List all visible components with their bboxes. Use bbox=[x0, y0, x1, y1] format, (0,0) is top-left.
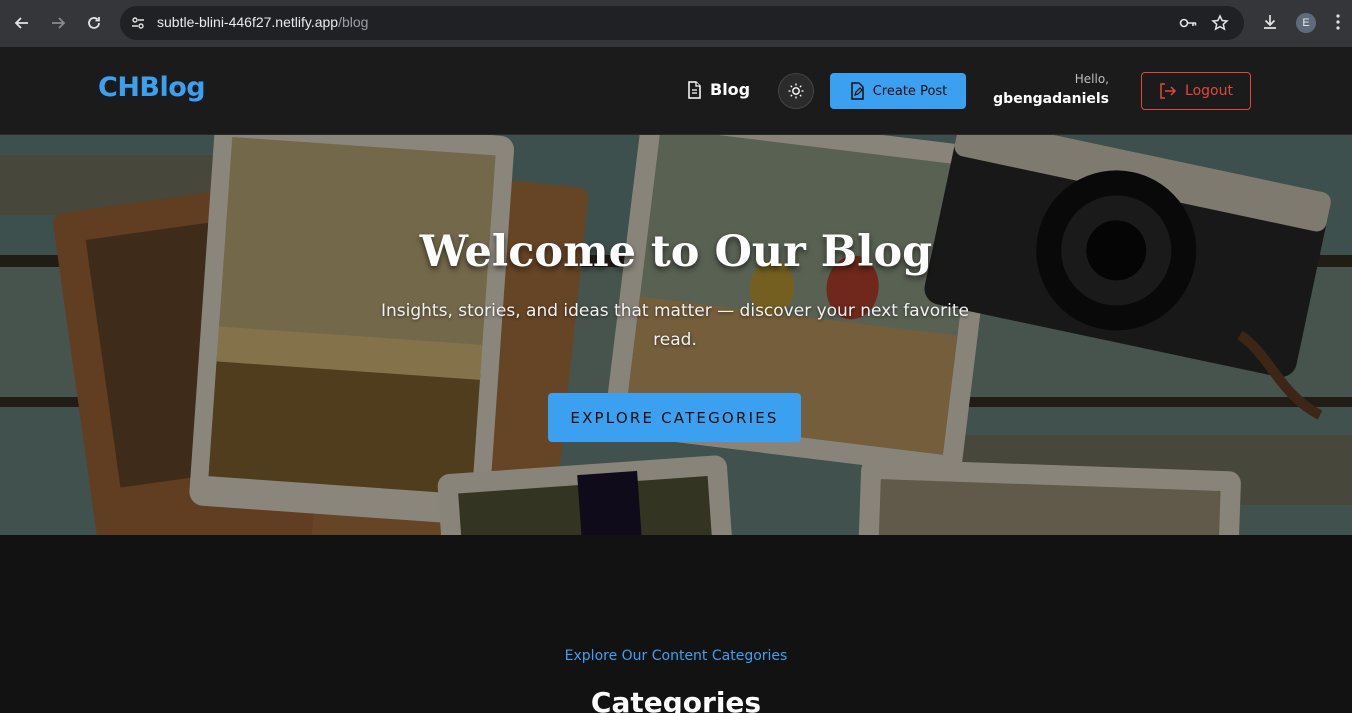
back-arrow-icon[interactable] bbox=[10, 11, 34, 35]
logout-icon bbox=[1160, 83, 1177, 99]
forward-arrow-icon[interactable] bbox=[46, 11, 70, 35]
reload-icon[interactable] bbox=[82, 11, 106, 35]
create-post-button[interactable]: Create Post bbox=[830, 73, 966, 109]
edit-document-icon bbox=[850, 82, 864, 100]
categories-kicker: Explore Our Content Categories bbox=[564, 648, 788, 664]
url-path: /blog bbox=[338, 14, 369, 30]
password-key-icon[interactable] bbox=[1178, 14, 1197, 32]
url-text: subtle-blini-446f27.netlify.app/blog bbox=[157, 14, 368, 30]
sun-icon bbox=[788, 83, 804, 99]
greeting-text: Hello, bbox=[1074, 72, 1109, 86]
site-settings-icon[interactable] bbox=[130, 15, 146, 31]
nav-blog-label: Blog bbox=[710, 80, 751, 99]
hero-banner: Welcome to Our Blog Insights, stories, a… bbox=[0, 135, 1352, 535]
site-logo[interactable]: CHBlog bbox=[98, 72, 206, 103]
logout-label: Logout bbox=[1185, 83, 1233, 99]
more-menu-icon[interactable] bbox=[1332, 12, 1344, 32]
profile-avatar[interactable]: E bbox=[1296, 13, 1316, 33]
download-icon[interactable] bbox=[1260, 12, 1280, 32]
theme-toggle-button[interactable] bbox=[778, 73, 814, 109]
bookmark-star-icon[interactable] bbox=[1211, 14, 1229, 32]
username-text: gbengadaniels bbox=[993, 91, 1109, 107]
create-post-label: Create Post bbox=[872, 83, 948, 99]
document-icon bbox=[688, 80, 701, 99]
nav-blog-link[interactable]: Blog bbox=[686, 80, 750, 99]
url-host: subtle-blini-446f27.netlify.app bbox=[157, 14, 339, 30]
hero-title: Welcome to Our Blog bbox=[419, 227, 933, 277]
hero-subtitle: Insights, stories, and ideas that matter… bbox=[381, 301, 969, 350]
logout-button[interactable]: Logout bbox=[1141, 72, 1251, 110]
categories-heading: Categories bbox=[590, 686, 762, 713]
browser-toolbar: subtle-blini-446f27.netlify.app/blog E bbox=[0, 0, 1352, 47]
site-header: CHBlog Blog Create Post Hello, gbengadan… bbox=[0, 47, 1352, 135]
address-bar[interactable]: subtle-blini-446f27.netlify.app/blog bbox=[120, 6, 1244, 40]
explore-categories-button[interactable]: EXPLORE CATEGORIES bbox=[548, 393, 801, 442]
